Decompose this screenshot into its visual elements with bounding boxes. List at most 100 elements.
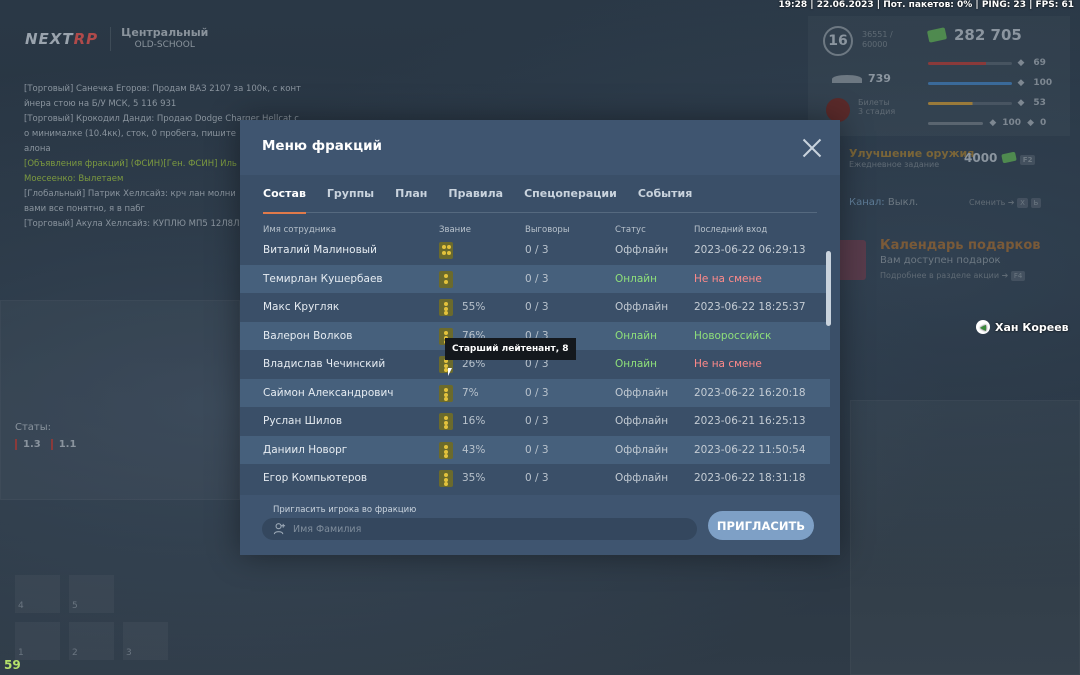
money-icon xyxy=(926,27,948,43)
table-row[interactable]: Руслан Шилов 16% 0 / 3 Оффлайн 2023-06-21 16… xyxy=(240,407,830,436)
rank-insignia-icon[interactable] xyxy=(439,470,453,487)
ticket-label: Билеты xyxy=(858,98,890,107)
server-logo: NEXTRP Центральный OLD-SCHOOL xyxy=(25,27,208,51)
invite-name-input[interactable] xyxy=(262,518,697,540)
money-icon xyxy=(1000,151,1017,164)
member-status: Оффлайн xyxy=(615,472,669,484)
member-status: Онлайн xyxy=(615,272,657,285)
tab-3[interactable]: Правила xyxy=(448,185,503,213)
inventory-slot[interactable]: 2 xyxy=(69,622,114,660)
modal-title: Меню фракций xyxy=(262,138,382,154)
scene-wall xyxy=(0,300,240,500)
slot-number: 5 xyxy=(72,601,78,611)
column-header-status: Статус xyxy=(615,225,646,235)
member-reprimands: 0 / 3 xyxy=(525,244,549,256)
slot-number: 2 xyxy=(72,648,78,658)
member-status: Оффлайн xyxy=(615,244,669,256)
rank-insignia-icon[interactable] xyxy=(439,441,453,459)
level-badge: 16 xyxy=(823,26,853,56)
invite-button[interactable]: ПРИГЛАСИТЬ xyxy=(708,511,814,540)
close-icon[interactable] xyxy=(802,138,822,158)
tab-5[interactable]: События xyxy=(638,185,692,213)
member-status: Онлайн xyxy=(615,329,657,342)
rank-progress: 7% xyxy=(462,386,479,399)
member-status: Оффлайн xyxy=(615,415,669,427)
channel-value: Выкл. xyxy=(887,197,919,208)
member-last-login: 2023-06-22 18:25:37 xyxy=(694,301,806,313)
wings-icon xyxy=(832,74,862,83)
vital-icon: ◆ xyxy=(1017,98,1025,108)
daily-task[interactable]: Улучшение оружия Ежедневное задание xyxy=(849,147,974,169)
scrollbar[interactable] xyxy=(826,251,831,326)
vital-bar-fill xyxy=(928,121,984,125)
inventory-slot[interactable]: 1 xyxy=(15,622,60,660)
inventory-slot[interactable]: 3 xyxy=(123,622,168,660)
vital-bar-fill xyxy=(928,101,1012,105)
table-row[interactable]: Егор Компьютеров 35% 0 / 3 Оффлайн 2023-06-2… xyxy=(240,464,830,493)
hotkey: F4 xyxy=(1010,271,1026,281)
status-bar: 19:28 | 22.06.2023 | Пот. пакетов: 0% | … xyxy=(778,0,1075,10)
table-row[interactable]: Даниил Новорг 43% 0 / 3 Оффлайн 2023-06-22 1… xyxy=(240,435,830,464)
hotkey: X xyxy=(1017,198,1028,208)
table-row[interactable]: Виталий Малиновый 0 / 3 Оффлайн 2023-06-22 … xyxy=(240,236,830,265)
member-last-login: Новороссийск xyxy=(694,329,772,342)
member-reprimands: 0 / 3 xyxy=(525,472,549,484)
calendar-sub: Вам доступен подарок xyxy=(880,255,1001,266)
arrow-right-icon: ➔ xyxy=(1001,271,1009,280)
gift-calendar[interactable]: Календарь подарков Вам доступен подарок … xyxy=(880,238,1041,281)
member-reprimands: 0 / 3 xyxy=(525,415,549,427)
member-name: Егор Компьютеров xyxy=(263,472,368,484)
inventory-slot[interactable]: 5 xyxy=(69,575,114,613)
tab-2[interactable]: План xyxy=(395,185,427,213)
rank-insignia-icon[interactable] xyxy=(439,384,453,402)
tab-1[interactable]: Группы xyxy=(327,185,374,213)
chat-message: йнера стою на Б/У МСК, 5 116 931 xyxy=(24,99,177,109)
user-add-icon xyxy=(273,523,286,535)
vital-icon: ◆ xyxy=(1017,78,1025,88)
exp-current: 36551 / xyxy=(862,30,893,39)
radio-channel: Канал: Выкл. xyxy=(849,197,918,208)
rank-insignia-icon[interactable] xyxy=(439,242,453,259)
column-header-last-login: Последний вход xyxy=(694,225,768,235)
member-reprimands: 0 / 3 xyxy=(525,386,549,399)
player-name: Хан Кореев xyxy=(995,320,1069,334)
stat-value: 1.3 xyxy=(15,439,41,450)
money-value: 282 705 xyxy=(954,26,1022,44)
vital-value: 100 xyxy=(1033,78,1053,88)
member-reprimands: 0 / 3 xyxy=(525,272,549,285)
member-name: Виталий Малиновый xyxy=(263,244,377,256)
exp-counter: 36551 /60000 xyxy=(862,30,893,50)
member-last-login: 2023-06-21 16:25:13 xyxy=(694,415,806,427)
member-name: Владислав Чечинский xyxy=(263,358,386,370)
tab-4[interactable]: Спецоперации xyxy=(524,185,617,213)
stat-value: 1.1 xyxy=(50,439,76,450)
vitals-bars: ◆ 69 ◆ 100 ◆ 53 ◆ 100 ◆ 0 xyxy=(928,53,1053,133)
member-last-login: 2023-06-22 11:50:54 xyxy=(694,443,806,456)
stats-panel: Статы: 1.3 1.1 xyxy=(15,422,76,450)
rank-insignia-icon[interactable] xyxy=(439,299,453,316)
tab-bar: Состав Группы План Правила Спецоперации Событ… xyxy=(263,185,817,214)
hotkey: Ь xyxy=(1030,198,1042,208)
rank-tooltip: Старший лейтенант, 8 xyxy=(445,338,576,360)
member-reprimands: 0 / 3 xyxy=(525,301,549,313)
channel-change[interactable]: Сменить ➔ X Ь xyxy=(969,198,1042,208)
member-last-login: Не на смене xyxy=(694,272,762,285)
hotkey: F2 xyxy=(1019,155,1036,165)
slot-number: 1 xyxy=(18,648,24,658)
daily-task-title: Улучшение оружия xyxy=(849,147,975,160)
member-name: Валерон Волков xyxy=(263,329,353,342)
server-info: Центральный OLD-SCHOOL xyxy=(110,27,208,51)
tab-0[interactable]: Состав xyxy=(263,185,306,214)
scene-wall xyxy=(850,400,1080,675)
table-row[interactable]: Темирлан Кушербаев 0 / 3 Онлайн Не на смене xyxy=(240,264,830,293)
member-last-login: 2023-06-22 16:20:18 xyxy=(694,386,806,399)
server-sub: OLD-SCHOOL xyxy=(134,40,195,50)
inventory-slot[interactable]: 4 xyxy=(15,575,60,613)
table-row[interactable]: Макс Кругляк 55% 0 / 3 Оффлайн 2023-06-22 18… xyxy=(240,293,830,322)
rank-insignia-icon[interactable] xyxy=(439,270,453,288)
rank-insignia-icon[interactable] xyxy=(439,413,453,430)
stats-label: Статы: xyxy=(15,422,52,433)
table-row[interactable]: Саймон Александрович 7% 0 / 3 Оффлайн 2023-0… xyxy=(240,378,830,407)
reward-value: 4000 xyxy=(964,151,998,165)
calendar-hint-text: Подробнее в разделе акции xyxy=(880,271,1000,280)
